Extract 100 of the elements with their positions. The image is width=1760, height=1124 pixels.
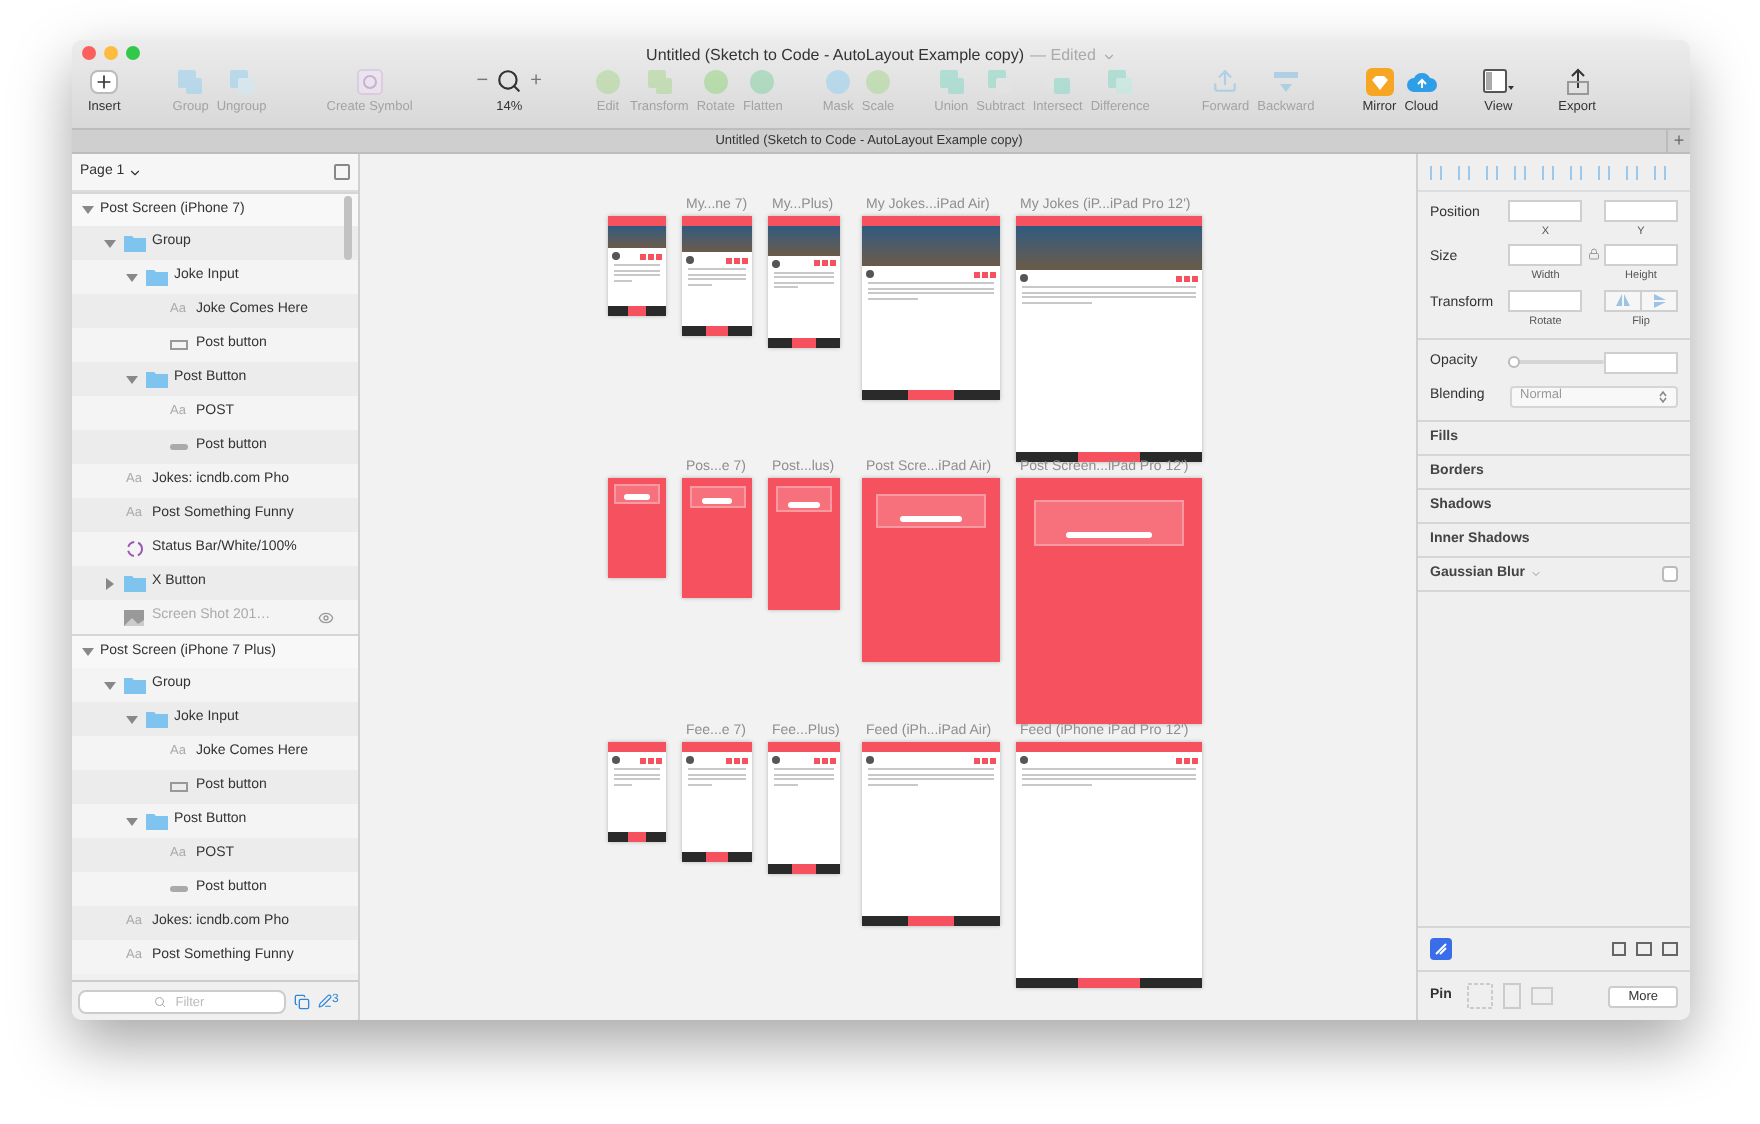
flip-buttons[interactable] [1604,289,1678,311]
photo-placeholder [608,226,666,248]
artboard[interactable] [608,742,666,842]
circle-icon [824,67,853,95]
flip-horizontal-icon[interactable] [1616,294,1630,306]
post-pill-drawing [787,501,821,508]
eye-icon[interactable] [318,609,334,625]
expanded-triangle-icon[interactable] [103,239,115,247]
align-icon[interactable] [1486,165,1498,179]
chevron-icon [1101,49,1116,63]
header-bar [682,216,752,226]
header-bar [608,216,666,226]
align-icon[interactable] [1654,165,1666,179]
avatar-drawing [686,256,694,265]
cloud-icon [1405,69,1438,93]
edited-status: — Edited [1030,44,1096,68]
window-title: Untitled (Sketch to Code - AutoLayout Example copy) [646,44,1025,68]
shape-icon [1106,67,1135,95]
tab-bar-drawing [768,864,840,874]
image-icon [124,609,144,625]
minimize-icon[interactable] [104,46,118,60]
tab-bar-drawing [862,390,1000,400]
align-icon[interactable] [1626,165,1638,179]
expanded-triangle-icon[interactable] [125,375,137,383]
window-icon [1482,68,1515,94]
rounded-bar-icon [169,886,187,892]
zoom-out-label: − [476,68,489,96]
post-pill-drawing [624,493,650,500]
artboard[interactable] [768,216,840,348]
scrollbar-thumb[interactable] [344,196,352,260]
artboard[interactable] [1016,216,1202,462]
expanded-triangle-icon[interactable] [81,648,93,656]
header-bar [862,742,1000,752]
expanded-triangle-icon[interactable] [125,273,137,281]
align-icon[interactable] [1542,165,1554,179]
stepper-icon[interactable] [1530,567,1543,580]
artboard[interactable] [682,742,752,862]
expanded-triangle-icon[interactable] [125,715,137,723]
photo-placeholder [768,226,840,256]
input-field[interactable] [1604,351,1678,374]
shape-icon [645,67,674,95]
flip-vertical-icon[interactable] [1653,293,1665,307]
input-field[interactable] [1604,244,1678,267]
input-field[interactable] [1508,200,1583,222]
grid-icon[interactable] [1612,942,1626,956]
folder-icon [145,268,167,286]
artboard[interactable] [862,216,1000,400]
plus-icon [90,69,119,93]
align-icon[interactable] [1598,165,1610,179]
avatar-drawing [866,756,874,764]
rectangle-icon [169,782,187,792]
avatar-drawing [612,252,620,260]
header-bar [608,742,666,752]
artboard[interactable] [768,742,840,874]
collapsed-triangle-icon[interactable] [105,577,113,589]
artboard[interactable] [608,216,666,316]
input-field[interactable] [1508,244,1583,267]
tab-bar-drawing [768,338,840,348]
artboard[interactable] [862,742,1000,926]
close-icon[interactable] [82,46,96,60]
artboard[interactable] [1016,742,1202,988]
photo-placeholder [682,226,752,253]
search-icon [154,995,166,1007]
align-icon[interactable] [1514,165,1526,179]
export-icon [1565,67,1590,95]
collapse-icon[interactable] [334,164,350,180]
pen-icon[interactable] [318,994,332,1008]
input-field[interactable] [1604,200,1678,222]
opacity-slider[interactable] [1507,356,1604,369]
folder-icon [123,234,145,252]
tab-bar-drawing [608,832,666,842]
zoom-in-label: + [530,68,542,96]
align-icon[interactable] [1458,165,1470,179]
photo-placeholder [862,226,1000,267]
arrow-down-icon [1271,67,1300,95]
align-icon[interactable] [1430,165,1442,179]
input-field[interactable] [1508,289,1583,311]
folder-icon [145,812,167,830]
expanded-triangle-icon[interactable] [81,206,93,214]
align-icon[interactable] [1570,165,1582,179]
folder-icon [123,676,145,694]
circle-icon [864,67,893,95]
blur-checkbox[interactable] [1662,565,1678,582]
rounded-bar-icon [169,444,187,450]
stepper-icon [1658,389,1668,404]
header-bar [768,742,840,752]
symbol-icon [125,540,143,558]
lock-icon[interactable] [1587,248,1600,261]
circle-icon [593,67,622,95]
maximize-icon[interactable] [126,46,140,60]
chevron-icon [128,165,143,179]
post-pill-drawing [701,498,733,505]
app-logo-icon[interactable] [1430,938,1452,960]
folder-icon [145,710,167,728]
artboard[interactable] [682,216,752,336]
expanded-triangle-icon[interactable] [125,817,137,825]
tab-bar-drawing [608,306,666,316]
copy-icon[interactable] [294,993,310,1009]
shape-icon [937,67,966,95]
expanded-triangle-icon[interactable] [103,681,115,689]
